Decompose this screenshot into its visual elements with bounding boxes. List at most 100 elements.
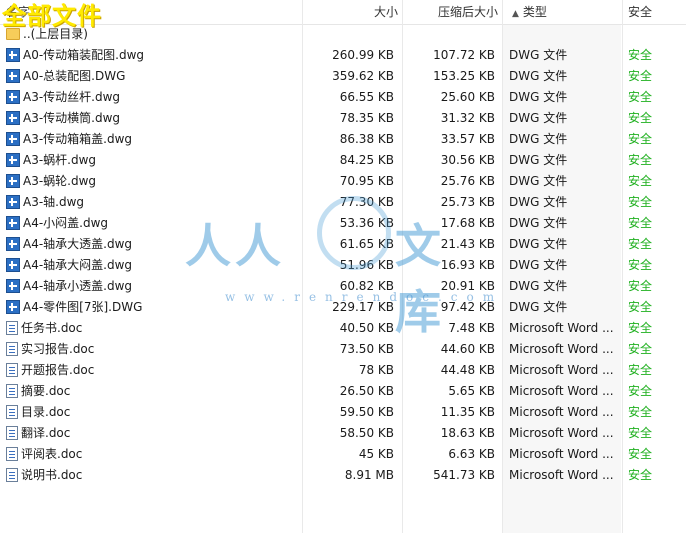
- dwg-file-icon: [6, 47, 20, 62]
- file-compressed-size: 30.56 KB: [440, 153, 495, 167]
- file-name: A4-轴承小透盖.dwg: [23, 279, 133, 293]
- file-row[interactable]: 说明书.doc 8.91 MB 541.73 KB Microsoft Word ..…: [0, 465, 686, 486]
- file-size: 86.38 KB: [339, 132, 394, 146]
- file-size: 359.62 KB: [332, 69, 394, 83]
- file-row[interactable]: A3-传动箱箱盖.dwg 86.38 KB 33.57 KB DWG 文件 安全: [0, 129, 686, 150]
- file-row[interactable]: A4-零件图[7张].DWG 229.17 KB 97.42 KB DWG 文件 安全: [0, 297, 686, 318]
- safety-status: 安全: [628, 384, 653, 398]
- file-type: DWG 文件: [509, 279, 568, 293]
- dwg-file-icon: [6, 299, 20, 314]
- file-name: A0-总装配图.DWG: [23, 69, 126, 83]
- dwg-file-icon: [6, 194, 20, 209]
- file-name: 摘要.doc: [21, 384, 71, 398]
- all-files-banner: 全部文件: [2, 2, 102, 30]
- file-compressed-size: 107.72 KB: [433, 48, 495, 62]
- word-doc-icon: [6, 467, 18, 482]
- safety-status: 安全: [628, 342, 653, 356]
- safety-status: 安全: [628, 426, 653, 440]
- file-type: Microsoft Word ...: [509, 405, 614, 419]
- file-name: A4-轴承大透盖.dwg: [23, 237, 133, 251]
- file-row[interactable]: 目录.doc 59.50 KB 11.35 KB Microsoft Word ...…: [0, 402, 686, 423]
- file-size: 229.17 KB: [332, 300, 394, 314]
- safety-status: 安全: [628, 447, 653, 461]
- up-arrow-icon: ▲: [512, 9, 519, 19]
- word-doc-icon: [6, 341, 18, 356]
- file-row[interactable]: 评阅表.doc 45 KB 6.63 KB Microsoft Word ... 安全: [0, 444, 686, 465]
- file-name: A3-传动箱箱盖.dwg: [23, 132, 133, 146]
- safety-status: 安全: [628, 405, 653, 419]
- column-header: 名字 大小 压缩后大小 ▲ 类型 安全: [0, 0, 686, 25]
- file-name: 评阅表.doc: [21, 447, 83, 461]
- file-compressed-size: 18.63 KB: [440, 426, 495, 440]
- safety-status: 安全: [628, 300, 653, 314]
- parent-directory-row[interactable]: ..(上层目录): [0, 24, 686, 45]
- file-compressed-size: 153.25 KB: [433, 69, 495, 83]
- column-header-compressed-size[interactable]: 压缩后大小: [404, 0, 498, 24]
- file-size: 53.36 KB: [339, 216, 394, 230]
- file-row[interactable]: A0-总装配图.DWG 359.62 KB 153.25 KB DWG 文件 安全: [0, 66, 686, 87]
- column-header-type[interactable]: ▲ 类型: [504, 0, 620, 24]
- word-doc-icon: [6, 383, 18, 398]
- file-name: 目录.doc: [21, 405, 71, 419]
- file-type: DWG 文件: [509, 90, 568, 104]
- file-size: 51.96 KB: [339, 258, 394, 272]
- safety-status: 安全: [628, 111, 653, 125]
- file-row[interactable]: A3-传动横筒.dwg 78.35 KB 31.32 KB DWG 文件 安全: [0, 108, 686, 129]
- column-header-size[interactable]: 大小: [302, 0, 398, 24]
- file-row[interactable]: 翻译.doc 58.50 KB 18.63 KB Microsoft Word ...…: [0, 423, 686, 444]
- file-name: 任务书.doc: [21, 321, 83, 335]
- column-header-safety[interactable]: 安全: [626, 0, 652, 24]
- file-type: DWG 文件: [509, 195, 568, 209]
- safety-status: 安全: [628, 90, 653, 104]
- file-row[interactable]: A4-小闷盖.dwg 53.36 KB 17.68 KB DWG 文件 安全: [0, 213, 686, 234]
- file-name: A4-零件图[7张].DWG: [23, 300, 143, 314]
- file-row[interactable]: A3-蜗轮.dwg 70.95 KB 25.76 KB DWG 文件 安全: [0, 171, 686, 192]
- file-name: 翻译.doc: [21, 426, 71, 440]
- file-row[interactable]: 摘要.doc 26.50 KB 5.65 KB Microsoft Word ... 安…: [0, 381, 686, 402]
- file-type: DWG 文件: [509, 216, 568, 230]
- file-compressed-size: 25.73 KB: [440, 195, 495, 209]
- file-size: 59.50 KB: [339, 405, 394, 419]
- file-name: A3-传动横筒.dwg: [23, 111, 121, 125]
- safety-status: 安全: [628, 279, 653, 293]
- file-compressed-size: 44.60 KB: [440, 342, 495, 356]
- file-row[interactable]: 开题报告.doc 78 KB 44.48 KB Microsoft Word ... 安…: [0, 360, 686, 381]
- file-size: 66.55 KB: [339, 90, 394, 104]
- file-type: DWG 文件: [509, 111, 568, 125]
- file-compressed-size: 21.43 KB: [440, 237, 495, 251]
- safety-status: 安全: [628, 237, 653, 251]
- file-type: Microsoft Word ...: [509, 426, 614, 440]
- file-row[interactable]: A3-轴.dwg 77.30 KB 25.73 KB DWG 文件 安全: [0, 192, 686, 213]
- file-compressed-size: 11.35 KB: [440, 405, 495, 419]
- safety-status: 安全: [628, 321, 653, 335]
- safety-status: 安全: [628, 48, 653, 62]
- file-row[interactable]: A3-传动丝杆.dwg 66.55 KB 25.60 KB DWG 文件 安全: [0, 87, 686, 108]
- file-row[interactable]: A0-传动箱装配图.dwg 260.99 KB 107.72 KB DWG 文件 安全: [0, 45, 686, 66]
- file-size: 77.30 KB: [339, 195, 394, 209]
- file-name: A4-小闷盖.dwg: [23, 216, 109, 230]
- file-size: 70.95 KB: [339, 174, 394, 188]
- word-doc-icon: [6, 362, 18, 377]
- file-name: 开题报告.doc: [21, 363, 95, 377]
- dwg-file-icon: [6, 215, 20, 230]
- file-compressed-size: 97.42 KB: [440, 300, 495, 314]
- file-compressed-size: 7.48 KB: [448, 321, 495, 335]
- file-row[interactable]: 任务书.doc 40.50 KB 7.48 KB Microsoft Word ...…: [0, 318, 686, 339]
- file-size: 8.91 MB: [344, 468, 394, 482]
- file-name: A3-蜗轮.dwg: [23, 174, 97, 188]
- file-compressed-size: 33.57 KB: [440, 132, 495, 146]
- file-row[interactable]: A4-轴承小透盖.dwg 60.82 KB 20.91 KB DWG 文件 安全: [0, 276, 686, 297]
- file-row[interactable]: A4-轴承大透盖.dwg 61.65 KB 21.43 KB DWG 文件 安全: [0, 234, 686, 255]
- file-name: A4-轴承大闷盖.dwg: [23, 258, 133, 272]
- file-row[interactable]: A4-轴承大闷盖.dwg 51.96 KB 16.93 KB DWG 文件 安全: [0, 255, 686, 276]
- file-row[interactable]: A3-蜗杆.dwg 84.25 KB 30.56 KB DWG 文件 安全: [0, 150, 686, 171]
- file-size: 78 KB: [358, 363, 394, 377]
- safety-status: 安全: [628, 258, 653, 272]
- file-name: 说明书.doc: [21, 468, 83, 482]
- file-size: 78.35 KB: [339, 111, 394, 125]
- file-row[interactable]: 实习报告.doc 73.50 KB 44.60 KB Microsoft Word .…: [0, 339, 686, 360]
- safety-status: 安全: [628, 153, 653, 167]
- file-compressed-size: 20.91 KB: [440, 279, 495, 293]
- file-compressed-size: 5.65 KB: [448, 384, 495, 398]
- file-type: DWG 文件: [509, 132, 568, 146]
